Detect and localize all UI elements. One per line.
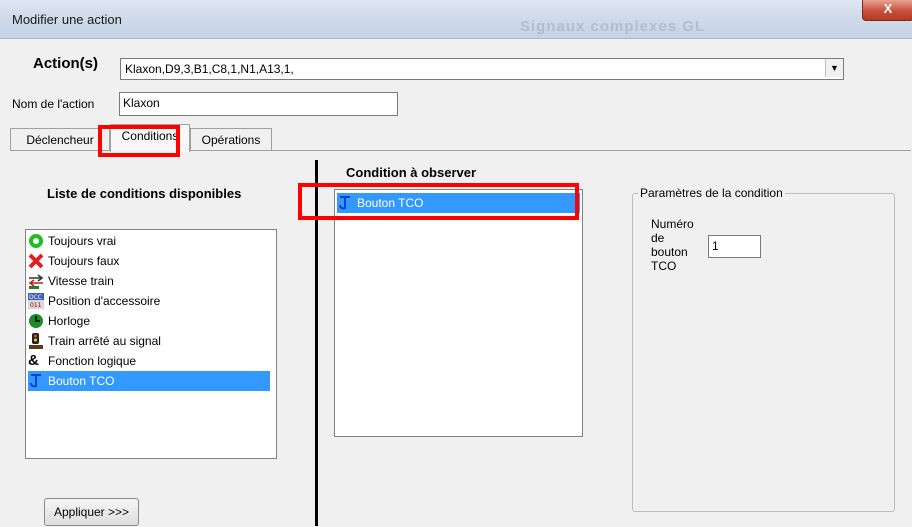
svg-text:DCC: DCC (29, 294, 42, 301)
svg-text:011: 011 (30, 302, 42, 309)
apply-button[interactable]: Appliquer >>> (44, 498, 139, 526)
red-x-icon (28, 253, 44, 269)
signal-icon (29, 333, 43, 349)
action-name-input[interactable]: Klaxon (119, 92, 398, 116)
label-line: TCO (651, 259, 677, 273)
list-item-label: Bouton TCO (48, 374, 115, 388)
highlight-box-conditions-tab (98, 125, 180, 157)
available-conditions-list[interactable]: Toujours vrai Toujours faux Vitesse trai… (25, 229, 277, 459)
tab-declencheur-label: Déclencheur (26, 133, 94, 147)
list-item-toujours-vrai[interactable]: Toujours vrai (28, 231, 270, 251)
label-line: de (651, 231, 665, 245)
list-item-label: Toujours vrai (48, 234, 117, 248)
speed-arrows-icon (28, 274, 44, 289)
label-line: bouton (651, 245, 688, 259)
ampersand-icon: & (28, 352, 39, 369)
close-button[interactable]: X (862, 0, 912, 21)
list-item-label: Train arrêté au signal (48, 334, 161, 348)
highlight-box-observed-condition (298, 183, 579, 220)
action-combobox[interactable]: Klaxon,D9,3,B1,C8,1,N1,A13,1, ▼ (120, 58, 844, 80)
title-bar: Modifier une action Signaux complexes GL (0, 0, 912, 39)
list-item-label: Fonction logique (48, 354, 137, 368)
action-value: Klaxon,D9,3,B1,C8,1,N1,A13,1, (125, 62, 294, 76)
list-item-fonction-logique[interactable]: & Fonction logique (28, 351, 270, 371)
action-name-label: Nom de l'action (12, 97, 95, 111)
list-item-train-arrete-signal[interactable]: Train arrêté au signal (28, 331, 270, 351)
chevron-down-icon[interactable]: ▼ (825, 59, 843, 77)
list-item-label: Toujours faux (48, 254, 120, 268)
tab-operations[interactable]: Opérations (190, 128, 272, 151)
window-title: Modifier une action (12, 12, 122, 27)
condition-to-observe-heading: Condition à observer (346, 165, 477, 180)
tab-operations-label: Opérations (201, 133, 261, 147)
tco-button-icon (30, 374, 41, 388)
condition-parameters-label: Paramètres de la condition (638, 186, 785, 200)
button-number-label: Numéro de bouton TCO (651, 217, 694, 273)
list-item-position-accessoire[interactable]: DCC 011 Position d'accessoire (28, 291, 270, 311)
list-item-label: Position d'accessoire (48, 294, 161, 308)
button-number-input[interactable]: 1 (708, 235, 761, 258)
observed-conditions-list[interactable]: Bouton TCO (334, 189, 583, 437)
background-window-title: Signaux complexes GL (520, 18, 706, 35)
action-name-value: Klaxon (123, 96, 160, 110)
green-circle-icon (29, 234, 43, 248)
list-item-horloge[interactable]: Horloge (28, 311, 270, 331)
list-item-bouton-tco[interactable]: Bouton TCO (28, 371, 270, 391)
list-item-toujours-faux[interactable]: Toujours faux (28, 251, 270, 271)
label-line: Numéro (651, 217, 694, 231)
button-number-value: 1 (712, 239, 719, 253)
list-item-vitesse-train[interactable]: Vitesse train (28, 271, 270, 291)
available-conditions-heading: Liste de conditions disponibles (47, 186, 242, 201)
list-item-label: Horloge (48, 314, 91, 328)
action-label: Action(s) (33, 55, 98, 72)
tab-declencheur[interactable]: Déclencheur (10, 128, 110, 151)
clock-icon (29, 314, 43, 328)
dcc-accessory-icon: DCC011 (28, 293, 44, 309)
list-item-label: Vitesse train (48, 274, 114, 288)
